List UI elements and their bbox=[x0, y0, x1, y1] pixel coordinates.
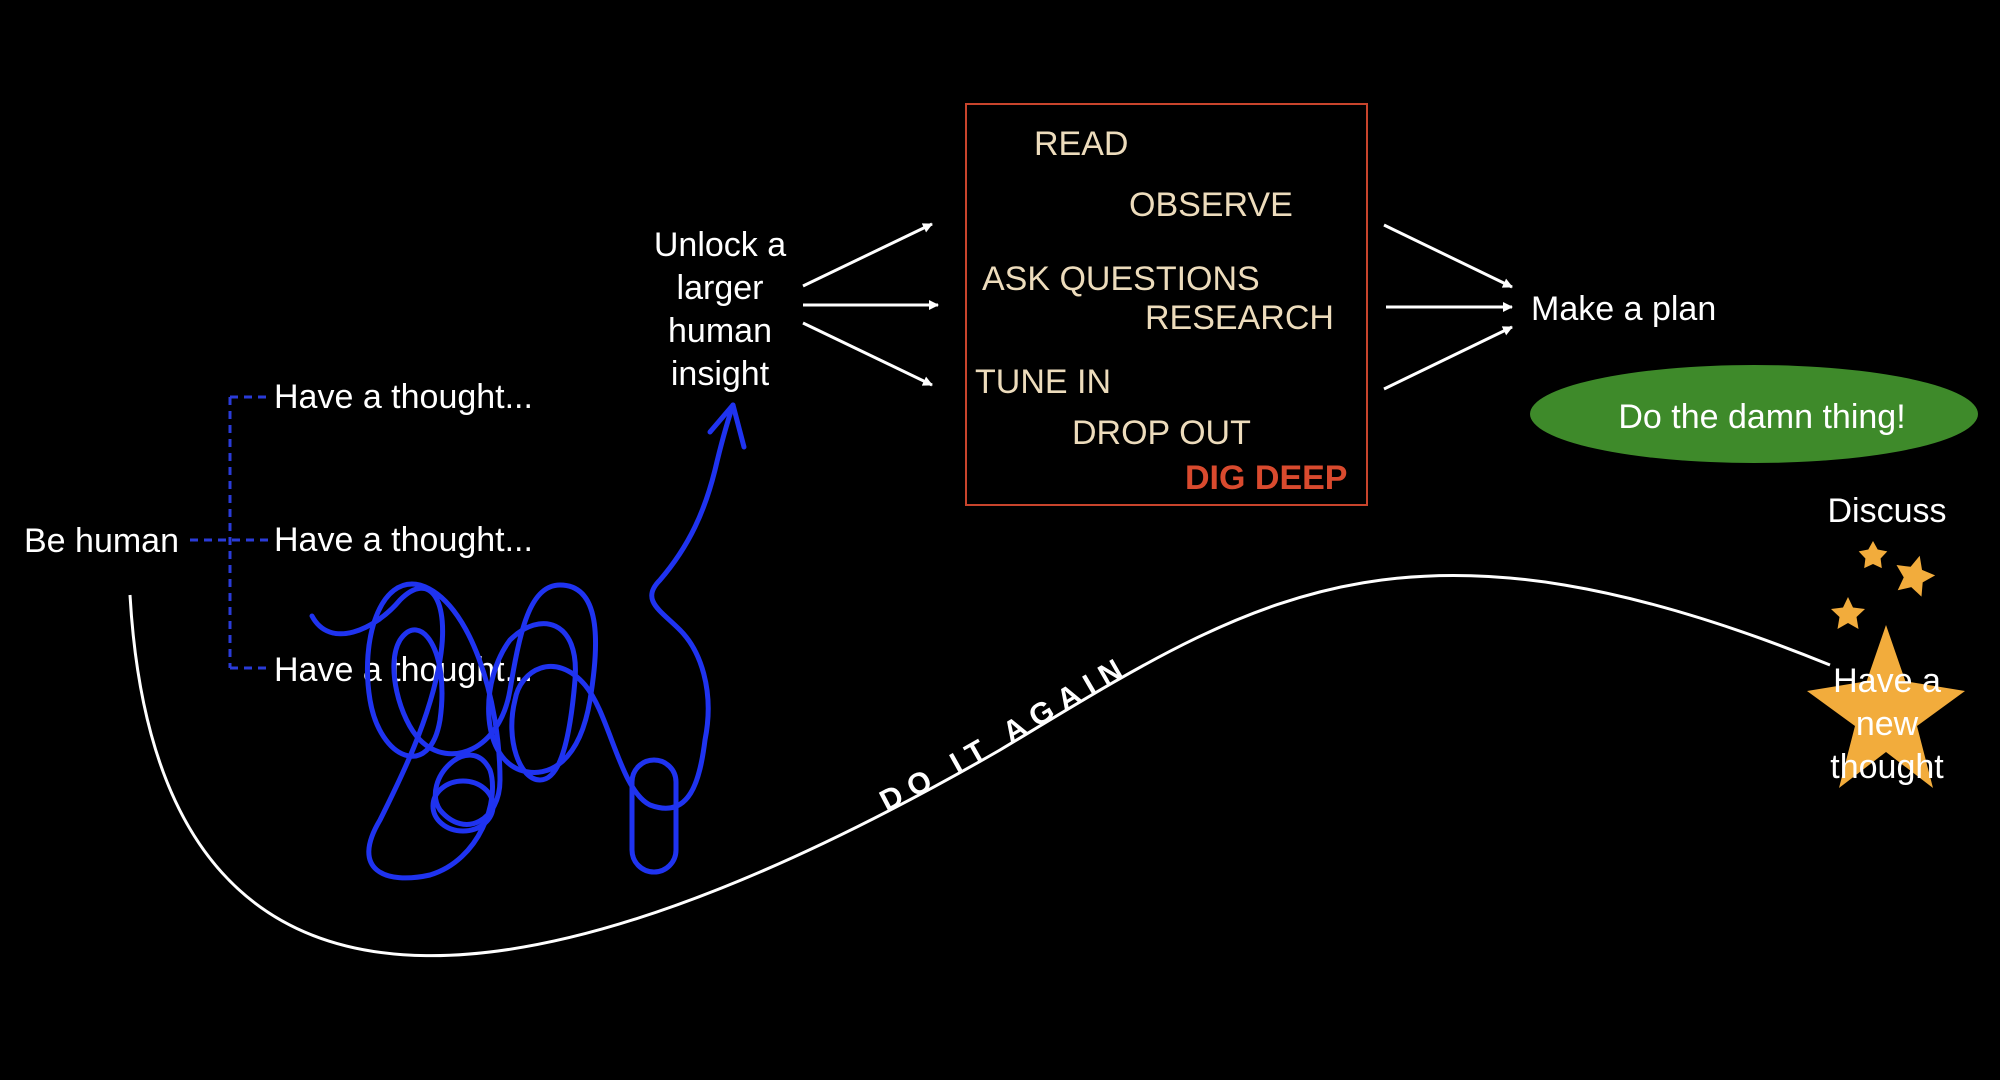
box-item-read: READ bbox=[1034, 125, 1128, 163]
thought-label-2: Have a thought... bbox=[274, 521, 533, 559]
new-thought-label-line-3: thought bbox=[1830, 748, 1944, 786]
insight-label-line-1: Unlock a bbox=[654, 226, 786, 264]
box-item-observe: OBSERVE bbox=[1129, 186, 1293, 224]
insight-label-line-3: human bbox=[668, 312, 772, 350]
action-pill-label: Do the damn thing! bbox=[1618, 398, 1905, 436]
plan-label: Make a plan bbox=[1531, 290, 1716, 328]
new-thought-label-line-2: new bbox=[1856, 705, 1919, 743]
insight-label-line-2: larger bbox=[677, 269, 764, 307]
be-human-label: Be human bbox=[24, 522, 179, 560]
thought-label-1: Have a thought... bbox=[274, 378, 533, 416]
discuss-label: Discuss bbox=[1827, 492, 1946, 530]
box-item-research: RESEARCH bbox=[1145, 299, 1334, 337]
box-item-ask-questions: ASK QUESTIONS bbox=[982, 260, 1260, 298]
insight-label-line-4: insight bbox=[671, 355, 770, 393]
new-thought-label-line-1: Have a bbox=[1833, 662, 1941, 700]
do-it-again-diagram: DO IT AGAIN Be human Have a thought... H… bbox=[0, 0, 2000, 1080]
box-item-dig-deep: DIG DEEP bbox=[1185, 459, 1347, 497]
box-item-drop-out: DROP OUT bbox=[1072, 414, 1251, 452]
box-item-tune-in: TUNE IN bbox=[975, 363, 1111, 401]
